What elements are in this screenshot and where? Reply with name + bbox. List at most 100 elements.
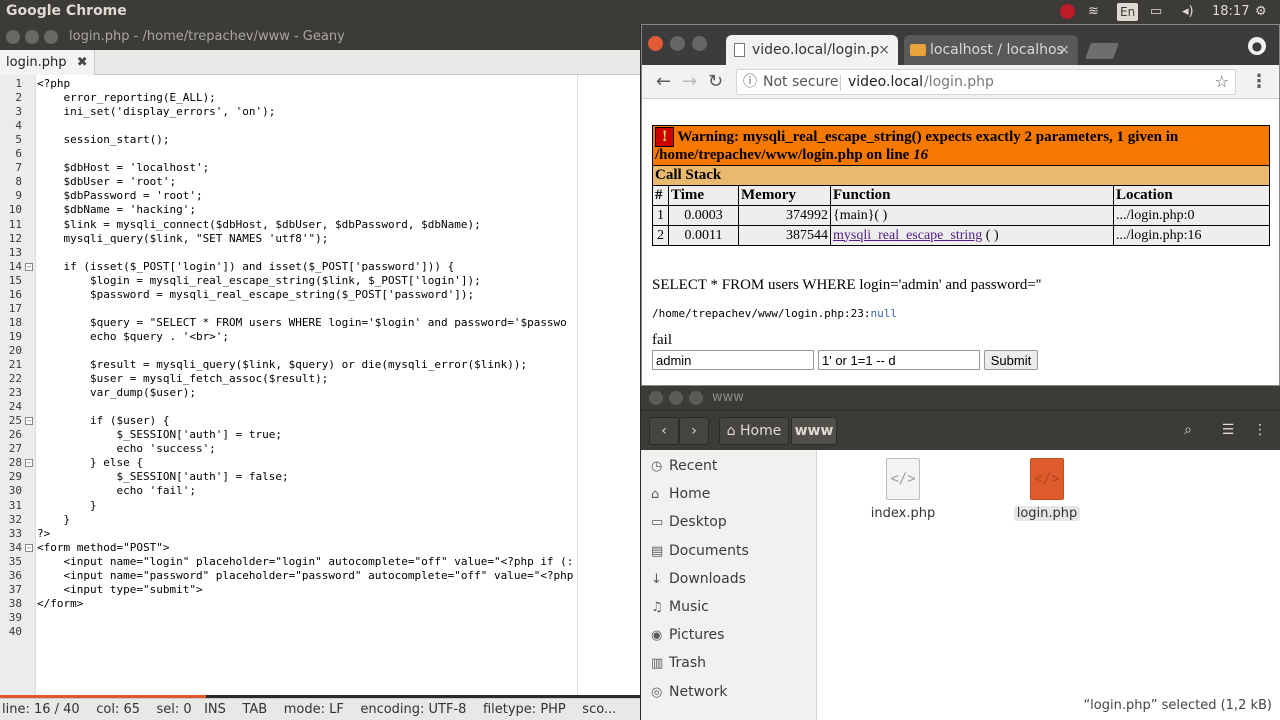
line-number: 38 bbox=[8, 596, 22, 610]
sidebar-item-network[interactable]: ◎ Network bbox=[651, 678, 727, 706]
active-app-name: Google Chrome bbox=[6, 3, 127, 19]
list-view-icon[interactable]: ☰ bbox=[1213, 417, 1243, 445]
sidebar-item-label: Network bbox=[669, 683, 728, 700]
tab-title: video.local/login.p bbox=[752, 42, 880, 58]
close-icon[interactable] bbox=[648, 36, 663, 51]
code-text: <input name="password" placeholder="pass… bbox=[37, 568, 574, 582]
sidebar-item-label: Downloads bbox=[669, 570, 746, 587]
info-icon[interactable]: ⓘ bbox=[743, 70, 757, 94]
code-editor[interactable]: 1 <?php 2 error_reporting(E_ALL); 3 ini_set… bbox=[0, 75, 640, 695]
sidebar-item-desktop[interactable]: ▭ Desktop bbox=[651, 508, 727, 536]
line-number: 40 bbox=[8, 624, 22, 638]
file-name: login.php bbox=[1013, 506, 1081, 521]
settings-gear-icon[interactable]: ⚙ bbox=[1255, 3, 1267, 21]
code-line: 19 echo $query . '<br>'; bbox=[0, 330, 640, 344]
back-chevron-icon[interactable]: ‹ bbox=[649, 417, 679, 445]
sidebar-item-music[interactable]: ♫ Music bbox=[651, 593, 709, 621]
tab-video-local[interactable]: video.local/login.p × bbox=[726, 35, 898, 65]
new-tab-button[interactable] bbox=[1085, 43, 1119, 59]
sidebar-item-downloads[interactable]: ↓ Downloads bbox=[651, 565, 746, 593]
code-line: 9 $dbPassword = 'root'; bbox=[0, 189, 640, 203]
cell-location: .../login.php:16 bbox=[1113, 225, 1270, 246]
forward-chevron-icon[interactable]: › bbox=[679, 417, 709, 445]
breadcrumb-www[interactable]: www bbox=[791, 417, 837, 445]
tab-phpmyadmin[interactable]: localhost / localhos × bbox=[904, 35, 1078, 65]
tab-close-icon[interactable]: × bbox=[1058, 35, 1070, 65]
code-line: 34− <form method="POST"> bbox=[0, 541, 640, 555]
maximize-icon[interactable] bbox=[692, 36, 707, 51]
line-number: 24 bbox=[8, 400, 22, 414]
cell-time: 0.0003 bbox=[668, 205, 739, 226]
fold-toggle-icon[interactable]: − bbox=[25, 543, 33, 552]
close-icon[interactable] bbox=[6, 30, 20, 44]
tab-login-php[interactable]: login.php ✖ bbox=[0, 50, 95, 75]
maximize-icon[interactable] bbox=[44, 30, 58, 44]
sidebar-item-trash[interactable]: ▥ Trash bbox=[651, 649, 706, 677]
sidebar-item-home[interactable]: ⌂ Home bbox=[651, 480, 710, 508]
line-number: 22 bbox=[8, 372, 22, 386]
menu-grid-icon[interactable]: ⋮ bbox=[1245, 417, 1275, 445]
line-number: 5 bbox=[15, 133, 22, 147]
code-line: 32 } bbox=[0, 513, 640, 527]
cell-num: 1 bbox=[652, 205, 669, 226]
minimize-icon[interactable] bbox=[25, 30, 39, 44]
menu-kebab-icon[interactable]: ⋮ bbox=[1250, 71, 1268, 93]
code-text: $password = mysqli_real_escape_string($_… bbox=[37, 287, 475, 301]
back-arrow-icon[interactable]: ← bbox=[656, 71, 671, 93]
callstack-header-row: # Time Memory Function Location bbox=[652, 185, 1270, 206]
code-line: 16 $password = mysqli_real_escape_string… bbox=[0, 288, 640, 302]
reload-icon[interactable]: ↻ bbox=[708, 71, 723, 93]
login-input[interactable] bbox=[652, 350, 814, 370]
file-login-php[interactable]: </> login.php bbox=[1002, 458, 1092, 521]
code-text: } else { bbox=[37, 456, 143, 470]
file-view[interactable]: </> index.php </> login.php bbox=[818, 450, 1280, 720]
not-secure-label: Not secure bbox=[763, 74, 839, 90]
code-line: 13 bbox=[0, 246, 640, 260]
close-icon[interactable] bbox=[649, 391, 663, 405]
code-line: 28− } else { bbox=[0, 456, 640, 470]
function-doc-link[interactable]: mysqli_real_escape_string bbox=[833, 228, 982, 243]
code-text: echo 'success'; bbox=[37, 442, 216, 456]
sidebar-item-pictures[interactable]: ◉ Pictures bbox=[651, 621, 724, 649]
file-index-php[interactable]: </> index.php bbox=[858, 458, 948, 521]
code-line: 26 $_SESSION['auth'] = true; bbox=[0, 428, 640, 442]
tab-close-icon[interactable]: ✖ bbox=[77, 55, 88, 70]
search-icon[interactable]: ⌕ bbox=[1173, 417, 1203, 445]
forward-arrow-icon[interactable]: → bbox=[682, 71, 697, 93]
minimize-icon[interactable] bbox=[669, 391, 683, 405]
callstack-heading: Call Stack bbox=[652, 165, 1270, 186]
pictures-icon: ◉ bbox=[651, 628, 663, 644]
line-number: 14 bbox=[8, 259, 22, 273]
table-row: 1 0.0003 374992 {main}( ) .../login.php:… bbox=[652, 205, 1270, 226]
clock[interactable]: 18:17 bbox=[1212, 3, 1249, 21]
password-input[interactable] bbox=[818, 350, 980, 370]
sidebar-item-label: Recent bbox=[669, 458, 718, 474]
fold-toggle-icon[interactable]: − bbox=[25, 417, 33, 426]
address-bar[interactable]: ⓘ Not secure video.local /login.php ☆ bbox=[736, 69, 1236, 95]
volume-icon[interactable]: ◂) bbox=[1182, 3, 1194, 21]
breadcrumb-home[interactable]: ⌂ Home bbox=[719, 417, 789, 445]
function-args: ( ) bbox=[982, 227, 999, 243]
minimize-icon[interactable] bbox=[670, 36, 685, 51]
sidebar-item-recent[interactable]: ◷ Recent bbox=[651, 452, 717, 480]
table-row: 2 0.0011 387544 mysqli_real_escape_strin… bbox=[652, 225, 1270, 246]
battery-icon[interactable]: ▭ bbox=[1150, 3, 1162, 21]
record-indicator-icon[interactable] bbox=[1060, 4, 1075, 19]
bookmark-star-icon[interactable]: ☆ bbox=[1215, 70, 1229, 94]
code-text: } bbox=[37, 512, 71, 526]
line-number: 9 bbox=[15, 189, 22, 203]
sidebar-item-documents[interactable]: ▤ Documents bbox=[651, 537, 749, 565]
maximize-icon[interactable] bbox=[689, 391, 703, 405]
fold-toggle-icon[interactable]: − bbox=[25, 459, 33, 468]
submit-button[interactable]: Submit bbox=[984, 350, 1038, 370]
profile-icon[interactable]: ● bbox=[1248, 37, 1266, 55]
code-line: 4 bbox=[0, 119, 640, 133]
tab-close-icon[interactable]: × bbox=[878, 35, 890, 65]
code-text: if ($user) { bbox=[37, 414, 170, 428]
code-line: 22 $user = mysqli_fetch_assoc($result); bbox=[0, 372, 640, 386]
line-number: 7 bbox=[15, 161, 22, 175]
code-line: 10 $dbName = 'hacking'; bbox=[0, 203, 640, 217]
fold-toggle-icon[interactable]: − bbox=[25, 262, 33, 271]
keyboard-layout-indicator[interactable]: En bbox=[1117, 3, 1139, 21]
wifi-icon[interactable]: ≋ bbox=[1088, 3, 1099, 21]
